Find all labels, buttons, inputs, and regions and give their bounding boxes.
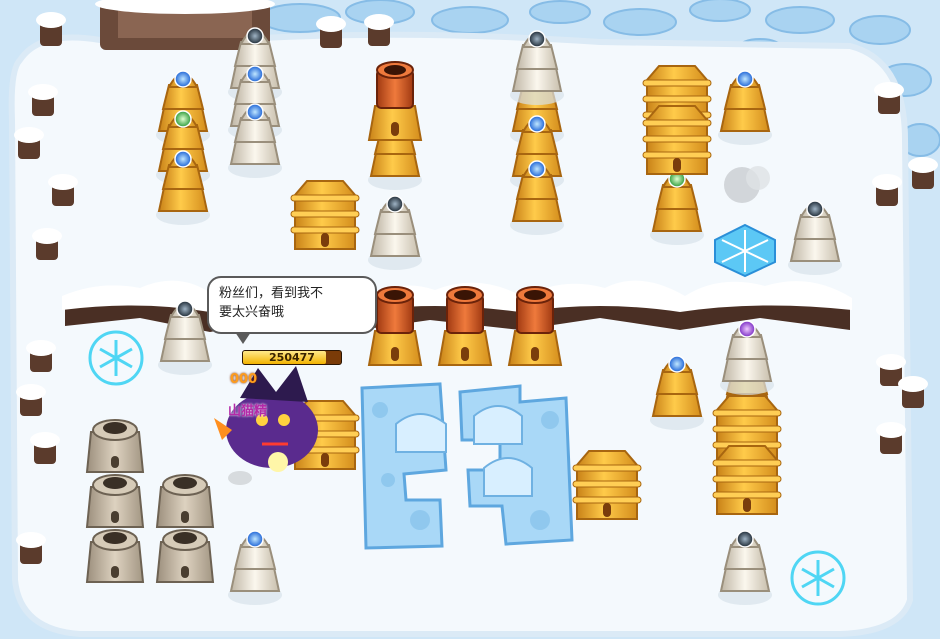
dark-gem-icon xyxy=(176,300,194,318)
blue-gem-icon xyxy=(246,65,264,83)
game-map xyxy=(0,0,940,639)
purple-gem-icon xyxy=(738,320,756,338)
stone-mortar-tower[interactable] xyxy=(155,474,215,528)
dark-gem-icon xyxy=(246,27,264,45)
dark-gem-icon xyxy=(806,200,824,218)
blue-gem-icon xyxy=(736,70,754,88)
cannon-tower[interactable] xyxy=(367,61,423,141)
cannon-tower[interactable] xyxy=(507,286,563,366)
dark-gem-icon xyxy=(386,195,404,213)
stone-mortar-tower[interactable] xyxy=(85,474,145,528)
monster-hp-bar: 250477 xyxy=(242,350,342,365)
dark-gem-icon xyxy=(528,30,546,48)
gold-fortress-tower[interactable] xyxy=(290,180,360,250)
cannon-tower[interactable] xyxy=(437,286,493,366)
blue-gem-icon xyxy=(246,103,264,121)
speech-bubble: 粉丝们，看到我不 要太兴奋哦 xyxy=(207,276,377,344)
stone-mortar-tower[interactable] xyxy=(85,529,145,583)
gold-fortress-tower[interactable] xyxy=(712,445,782,515)
monster-name: 山猫精 xyxy=(228,404,268,419)
blue-gem-icon xyxy=(246,530,264,548)
speech-line-1: 粉丝们，看到我不 xyxy=(219,286,324,301)
blue-gem-icon xyxy=(174,70,192,88)
blue-gem-icon xyxy=(668,355,686,373)
green-gem-icon xyxy=(174,110,192,128)
speech-line-2: 要太兴奋哦 xyxy=(219,305,285,320)
blue-gem-icon xyxy=(174,150,192,168)
stone-mortar-tower[interactable] xyxy=(155,529,215,583)
gold-fortress-tower[interactable] xyxy=(572,450,642,520)
gold-fortress-tower[interactable] xyxy=(642,105,712,175)
dark-gem-icon xyxy=(736,530,754,548)
blue-gem-icon xyxy=(528,115,546,133)
blue-gem-icon xyxy=(528,160,546,178)
hp-value: 250477 xyxy=(269,351,315,364)
damage-number: 000 xyxy=(230,372,258,387)
stone-mortar-tower[interactable] xyxy=(85,419,145,473)
